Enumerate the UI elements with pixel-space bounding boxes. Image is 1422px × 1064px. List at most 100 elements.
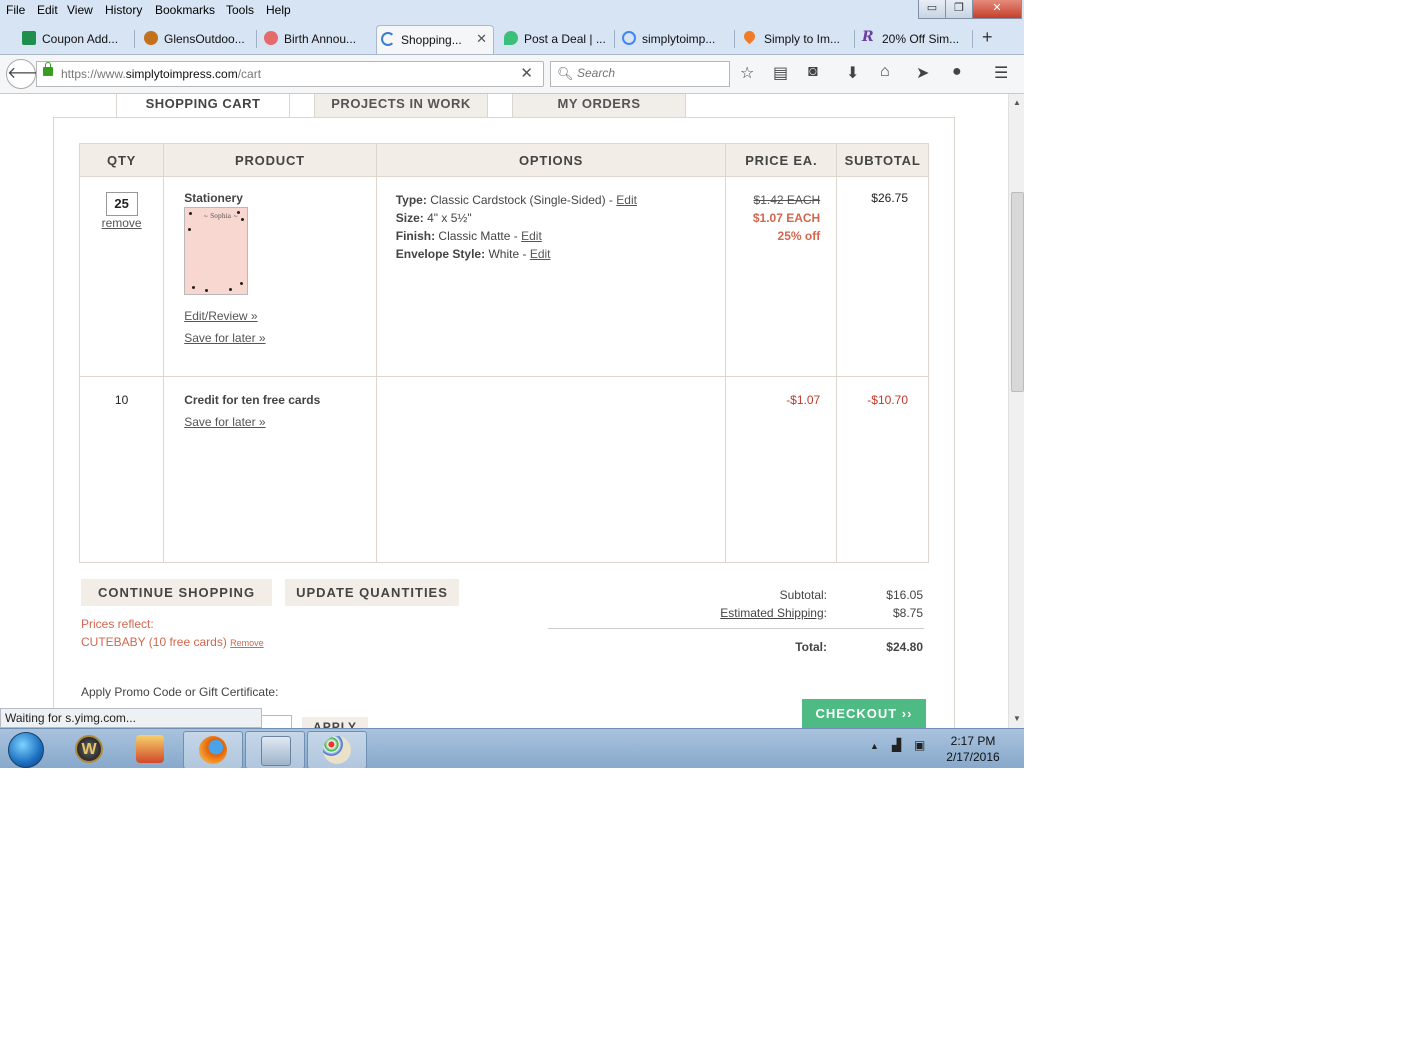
product-name: Credit for ten free cards bbox=[184, 393, 321, 407]
tab-label: Post a Deal | ... bbox=[524, 32, 606, 46]
taskbar-wow[interactable]: W bbox=[60, 731, 118, 767]
remove-promo-link[interactable]: Remove bbox=[230, 638, 264, 648]
option-size: Size: 4" x 5½" bbox=[395, 211, 472, 225]
tab-birth-announcements[interactable]: Birth Annou... bbox=[260, 25, 372, 53]
col-price: PRICE EA. bbox=[725, 143, 838, 177]
pocket-icon[interactable]: ◙ bbox=[808, 63, 818, 81]
system-clock[interactable]: 2:17 PM 2/17/2016 bbox=[940, 733, 1006, 765]
update-quantities-button[interactable]: UPDATE QUANTITIES bbox=[285, 579, 459, 606]
menu-file[interactable]: File bbox=[6, 3, 25, 17]
tab-label: Coupon Add... bbox=[42, 32, 119, 46]
save-for-later-link[interactable]: Save for later » bbox=[184, 415, 265, 429]
start-button-icon[interactable] bbox=[8, 732, 44, 768]
tab-post-a-deal[interactable]: Post a Deal | ... bbox=[500, 25, 612, 53]
menu-edit[interactable]: Edit bbox=[37, 3, 58, 17]
edit-envelope-link[interactable]: Edit bbox=[530, 247, 551, 261]
menu-help[interactable]: Help bbox=[266, 3, 291, 17]
minimize-button[interactable]: ▭ bbox=[918, 0, 946, 19]
taskbar-paint[interactable] bbox=[307, 731, 367, 768]
maximize-button[interactable]: ❐ bbox=[945, 0, 973, 19]
col-options: OPTIONS bbox=[375, 143, 727, 177]
clock-date: 2/17/2016 bbox=[946, 750, 1000, 764]
estimated-shipping-link[interactable]: Estimated Shipping bbox=[720, 606, 823, 620]
quantity-input[interactable]: 25 bbox=[105, 192, 138, 216]
nav-bar: 🡐 https://www.simplytoimpress.com/cart ✕… bbox=[0, 55, 1024, 94]
menu-bookmarks[interactable]: Bookmarks bbox=[155, 3, 215, 17]
page-scrollbar[interactable]: ▲ ▼ bbox=[1008, 94, 1024, 728]
apply-promo-button[interactable]: APPLY bbox=[302, 717, 368, 728]
tab-20-off[interactable]: R 20% Off Sim... bbox=[858, 25, 970, 53]
discount-badge: 25% off bbox=[777, 229, 821, 243]
edit-review-link[interactable]: Edit/Review » bbox=[184, 309, 257, 323]
new-tab-button[interactable]: + bbox=[982, 27, 993, 48]
estimated-shipping-label: Estimated Shipping: bbox=[720, 606, 827, 620]
power-icon[interactable]: ▣ bbox=[914, 738, 925, 752]
send-icon[interactable]: ➤ bbox=[916, 63, 929, 83]
search-input[interactable] bbox=[575, 65, 727, 81]
status-bar: Waiting for s.yimg.com... bbox=[0, 708, 262, 728]
save-for-later-link[interactable]: Save for later » bbox=[184, 331, 265, 345]
taskbar-games[interactable] bbox=[121, 731, 179, 767]
lock-icon bbox=[43, 62, 53, 76]
close-window-button[interactable]: ✕ bbox=[972, 0, 1022, 19]
credit-qty: 10 bbox=[114, 393, 129, 407]
col-product: PRODUCT bbox=[163, 143, 377, 177]
tab-shopping[interactable]: Shopping... ✕ bbox=[376, 25, 494, 54]
tab-glens-outdoors[interactable]: GlensOutdoo... bbox=[140, 25, 252, 53]
tab-label: Shopping... bbox=[401, 33, 462, 47]
subtotal-value: $16.05 bbox=[886, 588, 923, 602]
home-icon[interactable]: ⌂ bbox=[880, 63, 890, 81]
flower-icon bbox=[264, 31, 278, 45]
tab-projects-in-work[interactable]: PROJECTS IN WORK bbox=[314, 94, 488, 118]
edit-finish-link[interactable]: Edit bbox=[521, 229, 542, 243]
stationery-thumbnail[interactable]: ~ Sophia ~ bbox=[184, 207, 249, 295]
games-icon bbox=[136, 735, 164, 763]
continue-shopping-button[interactable]: CONTINUE SHOPPING bbox=[81, 579, 272, 606]
taskbar: W ▲ ▟ ▣ 2:17 PM 2/17/2016 bbox=[0, 728, 1024, 768]
heart-icon bbox=[741, 28, 758, 45]
bookmarks-list-icon[interactable]: ▤ bbox=[773, 63, 788, 83]
tab-simply-to-impress[interactable]: Simply to Im... bbox=[740, 25, 852, 53]
search-icon: 🔍︎ bbox=[557, 66, 574, 81]
world-of-warcraft-icon: W bbox=[75, 735, 103, 763]
chat-icon[interactable]: ● bbox=[952, 63, 962, 81]
original-price: $1.42 EACH bbox=[753, 193, 821, 207]
checkout-button[interactable]: CHECKOUT ›› bbox=[802, 699, 926, 729]
summary-divider bbox=[548, 628, 924, 629]
network-icon[interactable]: ▟ bbox=[892, 738, 901, 752]
option-finish: Finish: Classic Matte - Edit bbox=[395, 229, 542, 243]
back-button[interactable]: 🡐 bbox=[6, 59, 50, 89]
address-bar[interactable]: https://www.simplytoimpress.com/cart ✕ bbox=[36, 61, 544, 87]
option-envelope: Envelope Style: White - Edit bbox=[395, 247, 551, 261]
menu-history[interactable]: History bbox=[105, 3, 142, 17]
close-tab-icon[interactable]: ✕ bbox=[476, 31, 487, 47]
taskbar-firefox[interactable] bbox=[183, 731, 243, 768]
download-icon[interactable]: ⬇ bbox=[846, 63, 859, 83]
tab-label: 20% Off Sim... bbox=[882, 32, 960, 46]
table-row: 10 Credit for ten free cards Save for la… bbox=[78, 376, 929, 563]
table-row: 25 remove Stationery ~ Sophia ~ Edit/Rev… bbox=[78, 176, 929, 377]
tab-coupon-add[interactable]: Coupon Add... bbox=[18, 25, 130, 53]
retailmenot-icon: R bbox=[862, 29, 874, 45]
taskbar-calculator[interactable] bbox=[245, 731, 305, 768]
bookmark-star-icon[interactable]: ☆ bbox=[740, 63, 754, 83]
promo-code-label: Apply Promo Code or Gift Certificate: bbox=[81, 685, 279, 699]
hamburger-menu-icon[interactable]: ☰ bbox=[994, 63, 1008, 83]
menu-tools[interactable]: Tools bbox=[226, 3, 254, 17]
edit-type-link[interactable]: Edit bbox=[616, 193, 637, 207]
stop-loading-icon[interactable]: ✕ bbox=[520, 64, 533, 82]
tab-my-orders[interactable]: MY ORDERS bbox=[512, 94, 686, 118]
show-hidden-icons-icon[interactable]: ▲ bbox=[870, 741, 879, 751]
remove-link[interactable]: remove bbox=[102, 216, 142, 230]
applied-promo: CUTEBABY (10 free cards) Remove bbox=[81, 635, 264, 649]
scroll-up-icon[interactable]: ▲ bbox=[1013, 98, 1021, 107]
paint-palette-icon bbox=[323, 736, 351, 764]
scroll-thumb[interactable] bbox=[1011, 192, 1024, 392]
prices-reflect-label: Prices reflect: bbox=[81, 617, 154, 631]
scroll-down-icon[interactable]: ▼ bbox=[1013, 714, 1021, 723]
tab-shopping-cart[interactable]: SHOPPING CART bbox=[116, 94, 290, 118]
menu-view[interactable]: View bbox=[67, 3, 93, 17]
menu-bar: File Edit View History Bookmarks Tools H… bbox=[0, 0, 1024, 22]
tab-google-search[interactable]: simplytoimp... bbox=[618, 25, 730, 53]
search-box[interactable]: 🔍︎ bbox=[550, 61, 730, 87]
